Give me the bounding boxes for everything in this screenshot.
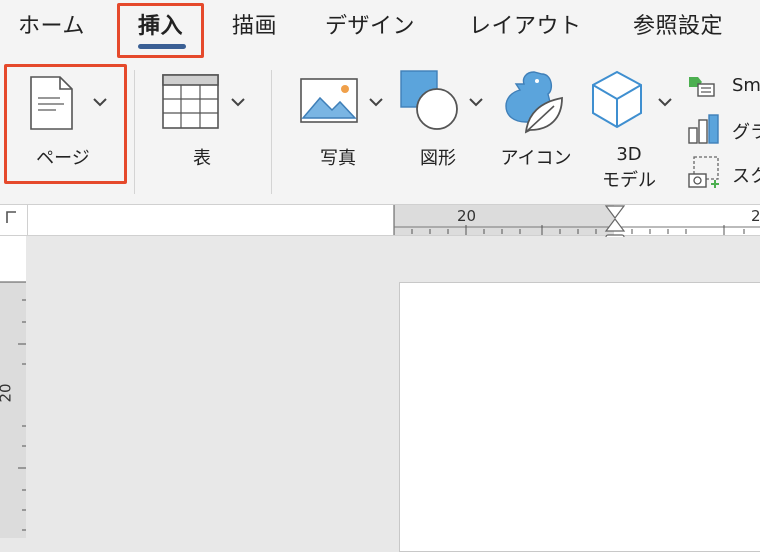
group-separator (271, 70, 272, 194)
chevron-down-icon (469, 98, 483, 107)
pages-button-highlight (4, 64, 127, 184)
ribbon: ホーム 挿入 描画 デザイン レイアウト 参照設定 ページ 表 写真 図形 アイ… (0, 0, 760, 204)
ruler-number: 20 (457, 207, 477, 225)
smartart-label: Sm (732, 75, 760, 96)
group-separator (134, 70, 135, 194)
smartart-button[interactable]: Sm (686, 70, 760, 102)
chart-label: グラ (732, 122, 760, 143)
tab-references[interactable]: 参照設定 (633, 8, 723, 40)
tab-draw[interactable]: 描画 (232, 8, 277, 40)
tab-design[interactable]: デザイン (325, 8, 415, 40)
3d-models-label-line1: 3D (616, 144, 642, 165)
3d-models-label-line2: モデル (602, 170, 656, 191)
icons-button[interactable]: アイコン (494, 66, 582, 176)
ruler-divider (27, 205, 28, 236)
shapes-button[interactable]: 図形 (398, 66, 493, 176)
tab-home[interactable]: ホーム (18, 8, 85, 40)
shapes-icon (400, 70, 458, 130)
screenshot-label: スク (732, 166, 760, 187)
shapes-button-label: 図形 (420, 148, 456, 169)
photo-button[interactable]: 写真 (290, 66, 390, 176)
tab-stop-icon[interactable] (4, 209, 18, 225)
table-button-label: 表 (193, 148, 211, 169)
chevron-down-icon (369, 98, 383, 107)
photo-button-label: 写真 (320, 148, 356, 169)
duck-leaf-icon (505, 71, 563, 134)
smartart-icon (689, 77, 715, 97)
horizontal-ruler[interactable]: 20 2 (0, 204, 760, 246)
screenshot-icon (688, 156, 719, 188)
icons-button-label: アイコン (500, 148, 572, 169)
3d-models-button[interactable]: 3D モデル (585, 66, 677, 194)
table-button[interactable]: 表 (150, 66, 255, 176)
insert-tab-highlight (117, 3, 204, 58)
bar-chart-icon (688, 114, 719, 144)
vertical-ruler-number: 20 (0, 383, 15, 403)
picture-icon (300, 78, 358, 123)
chevron-down-icon (658, 98, 672, 107)
chevron-down-icon (231, 98, 245, 107)
ribbon-tabs: ホーム 挿入 描画 デザイン レイアウト 参照設定 (0, 0, 760, 52)
tab-layout[interactable]: レイアウト (469, 8, 582, 40)
document-page[interactable] (399, 282, 760, 552)
ruler-number: 2 (751, 207, 760, 225)
cube-icon (592, 70, 642, 129)
ruler-ticks (393, 205, 760, 235)
table-icon (162, 74, 219, 129)
screenshot-button[interactable]: スク (686, 156, 760, 192)
chart-button[interactable]: グラ (686, 112, 760, 146)
